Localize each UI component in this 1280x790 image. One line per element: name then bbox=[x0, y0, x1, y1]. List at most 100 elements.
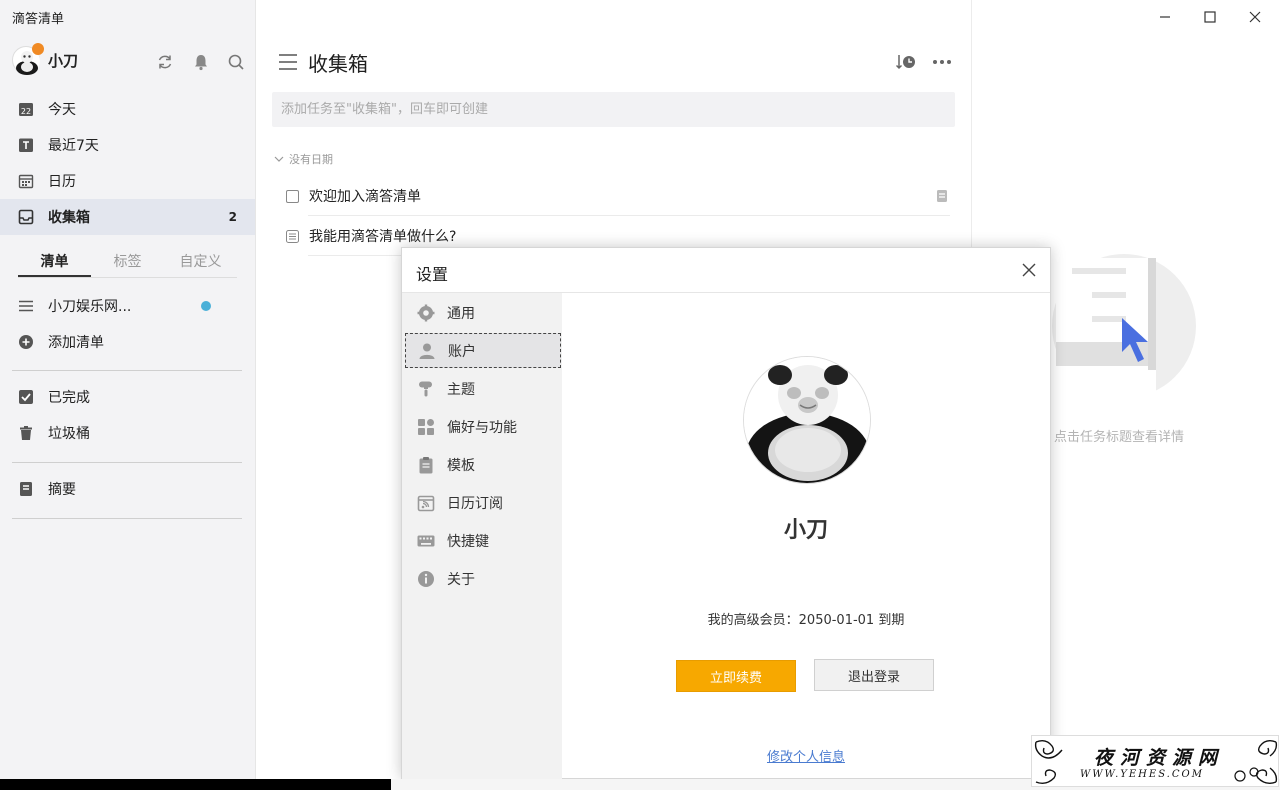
nav-inbox-label: 收集箱 bbox=[48, 210, 90, 226]
panda-avatar-image bbox=[744, 357, 870, 483]
add-list-label: 添加清单 bbox=[48, 335, 104, 351]
section-label: 没有日期 bbox=[289, 153, 333, 166]
membership-status: 我的高级会员：2050-01-01 到期 bbox=[707, 613, 905, 628]
sidebar: 滴答清单 小刀 22 今天 最近7天 日历 收集箱 2 清单 标签 自定义 小刀… bbox=[0, 0, 256, 779]
more-options-icon[interactable] bbox=[932, 52, 952, 72]
bell-icon[interactable] bbox=[192, 53, 210, 71]
gear-icon bbox=[417, 304, 435, 322]
list-color-dot bbox=[201, 301, 211, 311]
sort-icon[interactable] bbox=[896, 53, 918, 71]
sync-icon[interactable] bbox=[156, 53, 174, 71]
settings-menu-preferences[interactable]: 偏好与功能 bbox=[405, 409, 561, 444]
clipboard-icon bbox=[417, 456, 435, 474]
plus-circle-icon bbox=[18, 334, 34, 350]
tab-tags[interactable]: 标签 bbox=[91, 250, 164, 277]
task-checkbox[interactable] bbox=[286, 189, 299, 203]
page-title: 收集箱 bbox=[308, 52, 368, 76]
nav-calendar-label: 日历 bbox=[48, 174, 76, 190]
settings-menu: 通用 账户 主题 偏好与功能 模板 日历订阅 快捷键 关于 bbox=[402, 293, 562, 779]
menu-toggle-icon[interactable] bbox=[278, 53, 298, 71]
today-day-number: 22 bbox=[21, 107, 31, 116]
settings-menu-label: 主题 bbox=[447, 381, 475, 398]
note-icon bbox=[937, 190, 947, 202]
settings-menu-label: 模板 bbox=[447, 457, 475, 474]
settings-menu-about[interactable]: 关于 bbox=[405, 561, 561, 596]
task-row[interactable]: 欢迎加入滴答清单 bbox=[286, 176, 950, 216]
checklist-icon[interactable] bbox=[286, 229, 299, 243]
checkbox-checked-icon bbox=[18, 389, 34, 405]
edit-profile-link[interactable]: 修改个人信息 bbox=[562, 746, 1050, 765]
dialog-header: 设置 bbox=[402, 248, 1050, 293]
nav-summary-label: 摘要 bbox=[48, 482, 76, 498]
dialog-close-icon[interactable] bbox=[1022, 263, 1036, 277]
maximize-icon[interactable] bbox=[1201, 8, 1219, 26]
settings-menu-account[interactable]: 账户 bbox=[405, 333, 561, 368]
task-title[interactable]: 我能用滴答清单做什么? bbox=[309, 226, 456, 246]
calendar-rss-icon bbox=[417, 494, 435, 512]
paint-brush-icon bbox=[417, 380, 435, 398]
inbox-icon bbox=[18, 209, 34, 225]
settings-menu-calendar-subscription[interactable]: 日历订阅 bbox=[405, 485, 561, 520]
settings-menu-label: 账户 bbox=[448, 343, 476, 360]
close-icon[interactable] bbox=[1246, 8, 1264, 26]
add-list-button[interactable]: 添加清单 bbox=[0, 324, 255, 360]
nav-summary[interactable]: 摘要 bbox=[0, 471, 255, 507]
calendar-icon bbox=[18, 173, 34, 189]
nav-trash[interactable]: 垃圾桶 bbox=[0, 415, 255, 451]
settings-menu-label: 快捷键 bbox=[447, 533, 489, 550]
settings-dialog: 设置 通用 账户 主题 偏好与功能 模板 日历订阅 快捷键 关于 小刀 我的高级… bbox=[401, 247, 1051, 779]
profile-avatar[interactable] bbox=[743, 356, 871, 484]
logout-button[interactable]: 退出登录 bbox=[814, 659, 934, 691]
empty-detail-illustration bbox=[1052, 254, 1196, 398]
bottom-bar bbox=[0, 779, 391, 790]
nav-completed-label: 已完成 bbox=[48, 390, 90, 406]
task-title[interactable]: 欢迎加入滴答清单 bbox=[309, 186, 421, 206]
watermark-title: 夜河资源网 bbox=[1094, 747, 1225, 769]
settings-menu-label: 关于 bbox=[447, 571, 475, 588]
nav-today-label: 今天 bbox=[48, 102, 76, 118]
user-icon bbox=[418, 342, 436, 360]
info-icon bbox=[417, 570, 435, 588]
sidebar-tabs: 清单 标签 自定义 bbox=[18, 250, 237, 278]
nav-next7-label: 最近7天 bbox=[48, 138, 99, 154]
renew-button[interactable]: 立即续费 bbox=[676, 660, 796, 692]
search-icon[interactable] bbox=[227, 53, 245, 71]
minimize-icon[interactable] bbox=[1156, 8, 1174, 26]
watermark: 夜河资源网 WWW.YEHES.COM bbox=[1031, 735, 1279, 787]
detail-hint: 点击任务标题查看详情 bbox=[1054, 430, 1185, 445]
inbox-count-badge: 2 bbox=[228, 210, 237, 224]
settings-menu-theme[interactable]: 主题 bbox=[405, 371, 561, 406]
settings-menu-templates[interactable]: 模板 bbox=[405, 447, 561, 482]
settings-menu-shortcuts[interactable]: 快捷键 bbox=[405, 523, 561, 558]
keyboard-icon bbox=[417, 532, 435, 550]
nav-today[interactable]: 22 今天 bbox=[0, 91, 255, 127]
nav-calendar[interactable]: 日历 bbox=[0, 163, 255, 199]
add-task-input[interactable] bbox=[272, 92, 955, 127]
list-icon bbox=[18, 298, 34, 314]
watermark-url: WWW.YEHES.COM bbox=[1080, 769, 1204, 780]
week-icon bbox=[18, 137, 34, 153]
nav-next7[interactable]: 最近7天 bbox=[0, 127, 255, 163]
nav-completed[interactable]: 已完成 bbox=[0, 379, 255, 415]
account-settings-body: 小刀 我的高级会员：2050-01-01 到期 立即续费 退出登录 修改个人信息 bbox=[562, 293, 1050, 779]
settings-menu-label: 通用 bbox=[447, 305, 475, 322]
list-item-label: 小刀娱乐网... bbox=[48, 299, 132, 315]
nav-inbox[interactable]: 收集箱 2 bbox=[0, 199, 255, 235]
section-header[interactable]: 没有日期 bbox=[274, 151, 333, 167]
settings-menu-label: 日历订阅 bbox=[447, 495, 503, 512]
username: 小刀 bbox=[48, 51, 79, 70]
profile[interactable]: 小刀 bbox=[12, 43, 79, 75]
grid-icon bbox=[417, 418, 435, 436]
list-item[interactable]: 小刀娱乐网... bbox=[0, 288, 255, 324]
profile-name: 小刀 bbox=[783, 518, 828, 543]
tab-lists[interactable]: 清单 bbox=[18, 250, 91, 277]
divider bbox=[12, 370, 242, 371]
divider bbox=[12, 462, 242, 463]
tab-custom[interactable]: 自定义 bbox=[164, 250, 237, 277]
settings-menu-label: 偏好与功能 bbox=[447, 419, 517, 436]
avatar[interactable] bbox=[12, 43, 44, 75]
settings-menu-general[interactable]: 通用 bbox=[405, 295, 561, 330]
divider bbox=[12, 518, 242, 519]
nav-trash-label: 垃圾桶 bbox=[48, 426, 90, 442]
dialog-title: 设置 bbox=[416, 265, 449, 284]
